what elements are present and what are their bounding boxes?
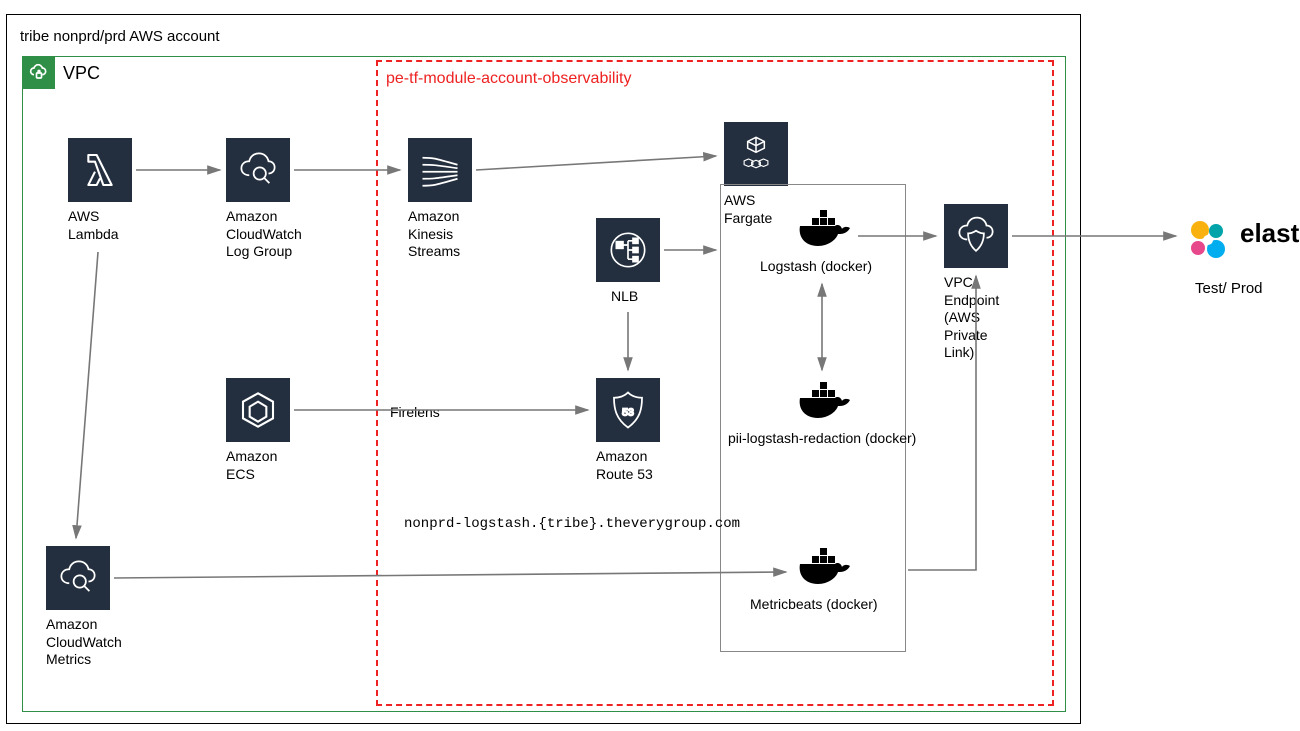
- route53-icon: 53: [596, 378, 660, 442]
- elastic-name: elastic: [1240, 218, 1300, 249]
- logstash-domain-text: nonprd-logstash.{tribe}.theverygroup.com: [404, 516, 740, 534]
- vpc-label: VPC: [63, 63, 100, 84]
- docker-logstash-icon: [794, 204, 854, 252]
- cloudwatch-log-group-label: Amazon CloudWatch Log Group: [226, 208, 302, 261]
- kinesis-streams-icon: [408, 138, 472, 202]
- elastic-logo-icon: [1184, 216, 1232, 264]
- elastic-env: Test/ Prod: [1195, 280, 1263, 297]
- observability-box: [376, 60, 1054, 706]
- aws-lambda-icon: [68, 138, 132, 202]
- nlb-label: NLB: [611, 288, 638, 306]
- docker-pii-icon: [794, 376, 854, 424]
- cloudwatch-metrics-label: Amazon CloudWatch Metrics: [46, 616, 122, 669]
- kinesis-streams-label: Amazon Kinesis Streams: [408, 208, 460, 261]
- route53-label: Amazon Route 53: [596, 448, 653, 483]
- logstash-label: Logstash (docker): [760, 258, 872, 276]
- observability-label: pe-tf-module-account-observability: [386, 70, 631, 88]
- firelens-label: Firelens: [390, 404, 440, 422]
- pii-label: pii-logstash-redaction (docker): [728, 430, 916, 448]
- aws-lambda-label: AWS Lambda: [68, 208, 119, 243]
- svg-text:53: 53: [622, 406, 634, 418]
- aws-fargate-icon: [724, 122, 788, 186]
- vpc-endpoint-icon: [944, 204, 1008, 268]
- nlb-icon: [596, 218, 660, 282]
- cloudwatch-metrics-icon: [46, 546, 110, 610]
- metricbeats-label: Metricbeats (docker): [750, 596, 878, 614]
- amazon-ecs-label: Amazon ECS: [226, 448, 277, 483]
- vpc-endpoint-label: VPC Endpoint (AWS Private Link): [944, 274, 999, 362]
- docker-metricbeats-icon: [794, 542, 854, 590]
- vpc-badge-icon: [23, 57, 55, 89]
- amazon-ecs-icon: [226, 378, 290, 442]
- cloudwatch-log-group-icon: [226, 138, 290, 202]
- aws-account-label: tribe nonprd/prd AWS account: [20, 28, 220, 45]
